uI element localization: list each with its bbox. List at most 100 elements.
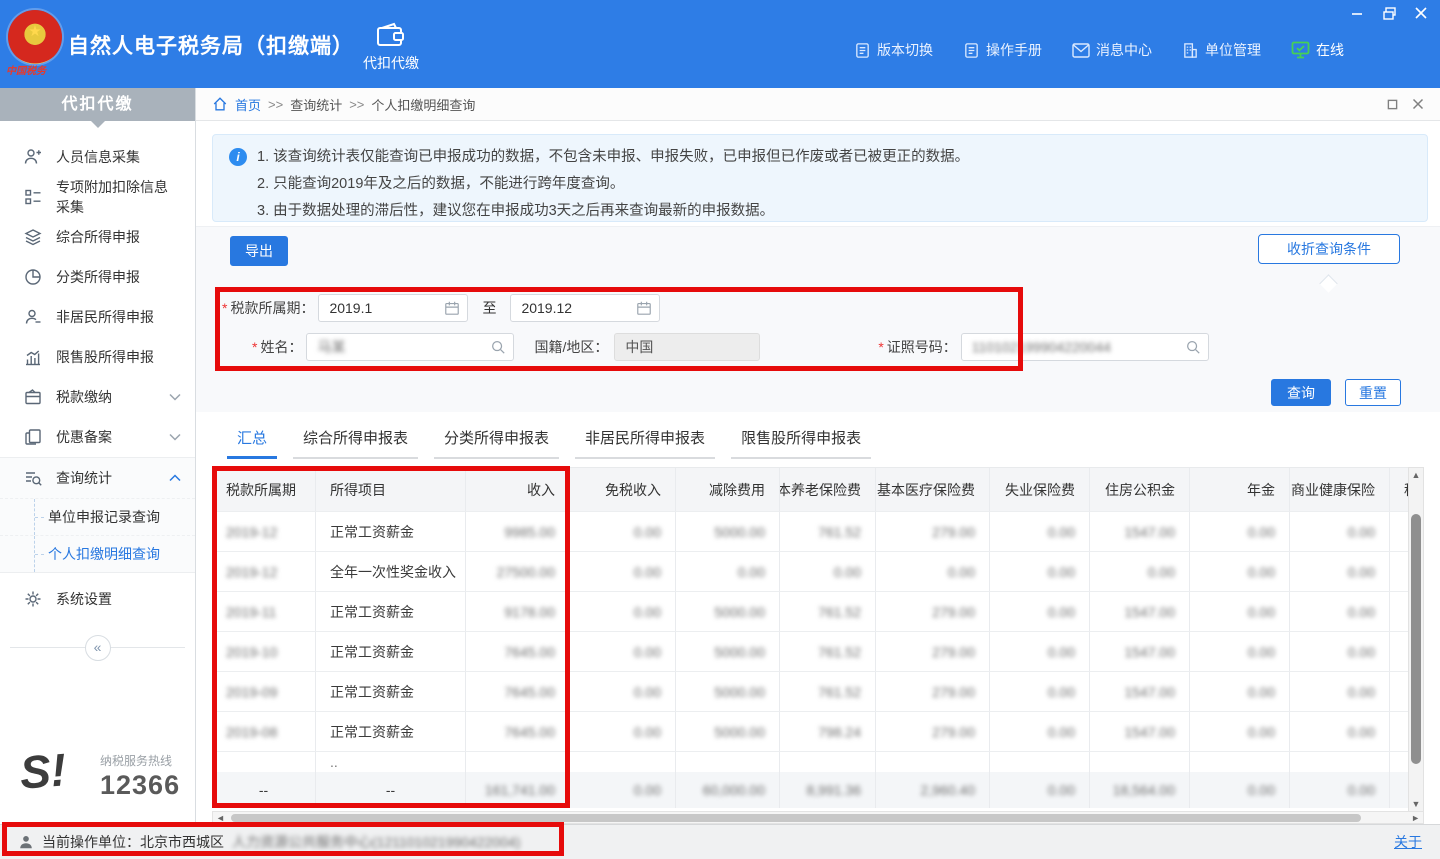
minimize-button[interactable]: [1348, 4, 1366, 22]
status-bar: 当前操作单位：北京市西城区 人力资源公共服务中心(121101021990422…: [0, 824, 1440, 859]
name-input[interactable]: 马某: [306, 333, 514, 361]
table-cell: 2019-11: [212, 592, 316, 632]
tab-nonresident-income[interactable]: 非居民所得申报表: [575, 427, 715, 459]
menu-item-manual[interactable]: 操作手册: [963, 40, 1042, 60]
table-row: 2019-12正常工资薪金9985.000.005000.00761.52279…: [212, 512, 1408, 552]
panel-close-icon[interactable]: [1412, 98, 1424, 110]
breadcrumb-separator: >>: [349, 97, 364, 112]
online-monitor-check-icon: [1291, 41, 1310, 59]
submenu-item-unit-declaration-query[interactable]: 单位申报记录查询: [0, 498, 195, 535]
vertical-scroll-thumb[interactable]: [1411, 514, 1421, 764]
panel-maximize-icon[interactable]: [1387, 99, 1398, 110]
table-cell: 798.24: [780, 712, 876, 752]
table-cell: 0.00: [1190, 712, 1290, 752]
table-cell: [1390, 512, 1408, 552]
menu-item-message-center[interactable]: 消息中心: [1072, 40, 1152, 60]
table-cell: 9178.00: [466, 592, 570, 632]
sidebar-item-label: 专项附加扣除信息采集: [56, 177, 181, 217]
table-cell: 0.00: [1290, 672, 1390, 712]
calendar-icon[interactable]: [444, 300, 460, 316]
table-cell: 0.00: [1190, 672, 1290, 712]
search-icon[interactable]: [1185, 339, 1201, 355]
horizontal-scroll-thumb[interactable]: [231, 814, 1361, 822]
table-row: 2019-09正常工资薪金7645.000.005000.00761.52279…: [212, 672, 1408, 712]
table-cell: [466, 752, 570, 772]
table-cell: 7645.00: [466, 672, 570, 712]
close-button[interactable]: [1412, 4, 1430, 22]
breadcrumb-home[interactable]: 首页: [235, 95, 261, 114]
table-cell: 761.52: [780, 632, 876, 672]
column-header: 基本医疗保险费: [876, 468, 990, 512]
sidebar-item-label: 优惠备案: [56, 427, 155, 447]
table-cell: 279.00: [876, 712, 990, 752]
hotline-label: 纳税服务热线: [100, 752, 172, 769]
period-row: *税款所属期： 2019.1 至 2019.12: [222, 294, 660, 322]
sidebar-header-notch: [90, 120, 106, 128]
documents-icon: [24, 428, 42, 446]
query-button[interactable]: 查询: [1271, 379, 1331, 406]
collapse-query-conditions-button[interactable]: 收折查询条件: [1258, 234, 1400, 264]
search-icon[interactable]: [490, 339, 506, 355]
period-to-input[interactable]: 2019.12: [510, 294, 660, 322]
sidebar-item-comprehensive-income[interactable]: 综合所得申报: [0, 217, 195, 257]
sidebar-header: 代扣代缴: [0, 88, 195, 121]
period-from-input[interactable]: 2019.1: [318, 294, 468, 322]
online-status[interactable]: 在线: [1291, 40, 1344, 60]
table-cell: 2019-08: [212, 712, 316, 752]
table-cell: 0.00: [1290, 712, 1390, 752]
emblem-star: ★: [8, 24, 62, 39]
scroll-down-arrow[interactable]: ▼: [1409, 799, 1423, 809]
table-cell: 0.00: [990, 512, 1090, 552]
sidebar-item-special-deduction[interactable]: 专项附加扣除信息采集: [0, 177, 195, 217]
sidebar-item-restricted-shares[interactable]: 限售股所得申报: [0, 337, 195, 377]
about-link[interactable]: 关于: [1394, 832, 1422, 852]
submenu-label: 单位申报记录查询: [48, 509, 160, 525]
tab-summary[interactable]: 汇总: [227, 427, 277, 459]
scroll-left-arrow[interactable]: ◄: [216, 812, 225, 824]
id-label: *证照号码：: [878, 337, 956, 357]
scroll-right-arrow[interactable]: ►: [1411, 812, 1420, 824]
vertical-scrollbar[interactable]: ▲ ▼: [1408, 467, 1424, 812]
chevron-down-icon: [169, 433, 181, 441]
sidebar-item-nonresident-income[interactable]: 非居民所得申报: [0, 297, 195, 337]
tab-comprehensive-income[interactable]: 综合所得申报表: [293, 427, 418, 459]
horizontal-scrollbar[interactable]: ◄ ►: [212, 811, 1424, 824]
menu-item-version-switch[interactable]: 版本切换: [854, 40, 933, 60]
menu-item-org-management[interactable]: 单位管理: [1182, 40, 1261, 60]
table-cell: [570, 752, 676, 772]
table-cell: 0.00: [570, 632, 676, 672]
tab-restricted-shares[interactable]: 限售股所得申报表: [731, 427, 871, 459]
sidebar-item-classified-income[interactable]: 分类所得申报: [0, 257, 195, 297]
sidebar-item-query-statistics[interactable]: 查询统计: [0, 458, 195, 498]
scroll-up-arrow[interactable]: ▲: [1409, 470, 1423, 480]
notice-line: 1. 该查询统计表仅能查询已申报成功的数据，不包含未申报、申报失败，已申报但已作…: [257, 144, 1413, 171]
sidebar-item-personnel-info[interactable]: 人员信息采集: [0, 137, 195, 177]
table-cell: [1390, 712, 1408, 752]
export-button[interactable]: 导出: [230, 236, 288, 266]
sidebar-collapse-button[interactable]: «: [85, 635, 111, 661]
restore-button[interactable]: [1380, 4, 1398, 22]
tab-classified-income[interactable]: 分类所得申报表: [434, 427, 559, 459]
reset-button[interactable]: 重置: [1345, 379, 1401, 406]
breadcrumb: 首页 >> 查询统计 >> 个人扣缴明细查询: [196, 88, 1440, 121]
pie-chart-icon: [24, 268, 42, 286]
id-number-input[interactable]: 110102199904220044: [961, 333, 1209, 361]
sidebar-collapse-row: «: [0, 633, 195, 663]
tab-withholding-module[interactable]: 代扣代缴: [348, 14, 434, 80]
table-cell: 279.00: [876, 592, 990, 632]
sidebar-item-system-settings[interactable]: 系统设置: [0, 579, 195, 619]
table-cell: 正常工资薪金: [316, 672, 466, 712]
name-value: 马某: [317, 337, 345, 357]
layers-icon: [24, 228, 42, 246]
online-label: 在线: [1316, 40, 1344, 60]
calendar-icon[interactable]: [636, 300, 652, 316]
table-cell: 2019-12: [212, 512, 316, 552]
sidebar-item-preferential-filing[interactable]: 优惠备案: [0, 417, 195, 457]
table-cell: [1390, 752, 1408, 772]
table-cell: 0.00: [1190, 592, 1290, 632]
table-cell: 0.00: [1290, 632, 1390, 672]
required-mark: *: [222, 300, 227, 316]
document-icon: [854, 42, 871, 59]
submenu-item-personal-withholding-query[interactable]: 个人扣缴明细查询: [0, 535, 195, 572]
sidebar-item-tax-payment[interactable]: 税款缴纳: [0, 377, 195, 417]
